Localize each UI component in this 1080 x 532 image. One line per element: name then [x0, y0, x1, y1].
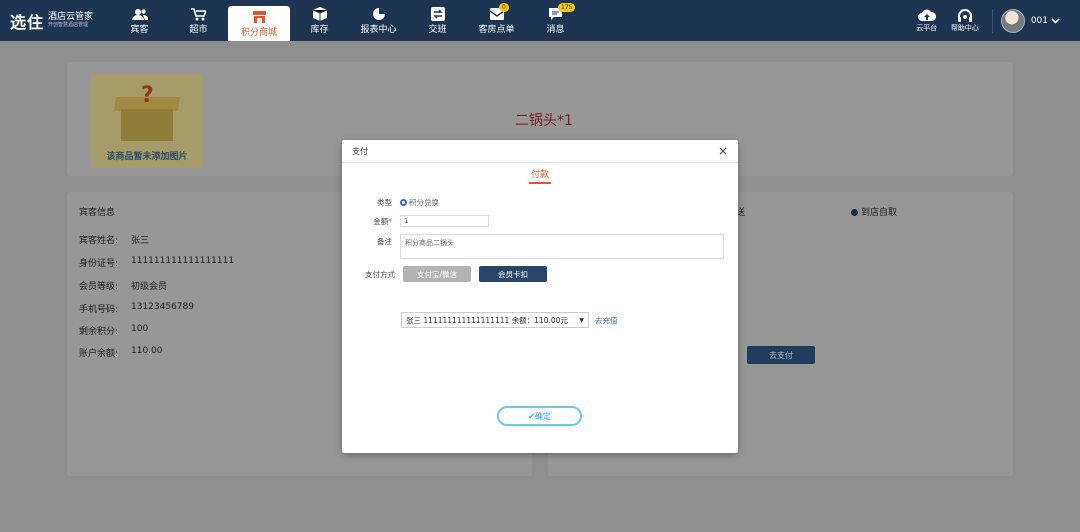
user-menu[interactable]: 001: [1000, 8, 1060, 33]
guest-field-value: 100: [131, 324, 149, 334]
guest-field-label: 手机号码:: [79, 305, 119, 315]
product-name: 二锅头*1: [515, 113, 573, 129]
amount-row: 金额*: [342, 215, 489, 227]
nav-item-label: 超市: [189, 25, 208, 35]
nav-item-exchange[interactable]: 交班: [408, 0, 467, 41]
nav-item-box[interactable]: 库存: [290, 0, 349, 41]
nav-item-store[interactable]: 积分商城: [228, 6, 290, 41]
guest-field-label: 账户余额:: [79, 349, 119, 359]
modal-header: 支付 ×: [342, 140, 738, 163]
help-center-label: 帮助中心: [950, 23, 979, 32]
nav-divider: [991, 8, 993, 33]
radio-selected-icon[interactable]: [400, 199, 407, 206]
pay-method-row: 支付方式 支付宝/微信 会员卡扣: [342, 266, 547, 282]
user-name: 001: [1030, 15, 1048, 26]
product-image-placeholder: ? 该商品暂未添加图片: [91, 74, 203, 168]
main-nav: 宾客 超市 积分商城 库存 报表中心 交班 客房点单 0 消息 175: [110, 0, 585, 41]
radio-selected-icon: [851, 209, 858, 216]
confirm-button[interactable]: ✔确定: [497, 406, 582, 426]
nav-item-label: 报表中心: [360, 25, 397, 35]
amount-input[interactable]: [400, 215, 489, 227]
count-badge: 0: [499, 3, 509, 12]
guest-section-title: 宾客信息: [79, 208, 116, 218]
nav-item-label: 交班: [428, 25, 447, 35]
member-select-value: 张三 111111111111111111 余额：110.00元: [406, 315, 568, 325]
brand-logo[interactable]: 选住 酒店云管家 开创智慧酒店管理: [0, 0, 110, 41]
nav-item-order[interactable]: 客房点单 0: [467, 0, 526, 41]
guest-field-label: 会员等级:: [79, 282, 119, 292]
cloud-platform-button[interactable]: 云平台: [908, 9, 946, 33]
pickup-option[interactable]: 到店自取: [851, 205, 897, 218]
nav-item-label: 消息: [546, 25, 565, 35]
guest-field-value: 111111111111111111: [131, 256, 235, 266]
type-row: 类型 积分兑换: [342, 197, 439, 208]
pie-chart-icon: [372, 6, 386, 22]
remark-textarea[interactable]: 积分商品二锅头: [400, 234, 724, 259]
tab-payment[interactable]: 付款: [528, 167, 551, 184]
type-label: 类型: [377, 198, 392, 207]
type-option: 积分兑换: [409, 198, 439, 207]
guest-field-value: 张三: [131, 236, 150, 246]
guest-field-value: 110.00: [131, 346, 163, 356]
recharge-link[interactable]: 去充值: [595, 315, 618, 326]
cloud-platform-label: 云平台: [916, 23, 938, 32]
guest-field-value: 初级会员: [131, 282, 168, 292]
cloud-upload-icon: [917, 9, 936, 21]
member-account-select[interactable]: 张三 111111111111111111 余额：110.00元 ▼: [401, 312, 589, 328]
chevron-down-icon: [1051, 17, 1060, 24]
top-nav-bar: 选住 酒店云管家 开创智慧酒店管理 宾客 超市 积分商城 库存 报表中心 交班 客房点单 0 消…: [0, 0, 1080, 41]
nav-item-label: 库存: [310, 25, 329, 35]
member-card-button[interactable]: 会员卡扣: [479, 266, 547, 282]
right-nav: 云平台 帮助中心 001: [908, 0, 1080, 41]
exchange-icon: [430, 6, 445, 22]
pay-method-label: 支付方式: [365, 269, 395, 279]
close-icon[interactable]: ×: [718, 144, 728, 158]
alipay-wechat-button[interactable]: 支付宝/微信: [403, 266, 471, 282]
remark-row: 备注: [342, 236, 400, 247]
caret-down-icon: ▼: [579, 316, 584, 324]
count-badge: 175: [558, 3, 576, 12]
nav-item-label: 积分商城: [240, 28, 277, 38]
nav-item-label: 客房点单: [478, 25, 515, 35]
avatar: [1000, 8, 1025, 33]
guest-field-label: 宾客姓名:: [79, 236, 119, 246]
nav-item-label: 宾客: [130, 25, 149, 35]
help-center-button[interactable]: 帮助中心: [946, 8, 984, 33]
remark-label: 备注: [377, 237, 392, 246]
guest-field-label: 剩余积分:: [79, 327, 119, 337]
users-icon: [131, 6, 148, 22]
modal-title: 支付: [352, 146, 368, 156]
nav-item-message[interactable]: 消息 175: [526, 0, 585, 41]
empty-box-icon: ?: [113, 83, 181, 141]
guest-field-label: 身份证号:: [79, 259, 119, 269]
pickup-label: 到店自取: [861, 208, 898, 218]
amount-label: 金额*: [373, 216, 392, 226]
guest-field-value: 13123456789: [131, 302, 194, 312]
brand-tagline: 开创智慧酒店管理: [48, 21, 89, 28]
goto-pay-button[interactable]: 去支付: [747, 346, 815, 364]
nav-item-pie-chart[interactable]: 报表中心: [349, 0, 408, 41]
nav-item-cart[interactable]: 超市: [169, 0, 228, 41]
nav-item-users[interactable]: 宾客: [110, 0, 169, 41]
headset-icon: [957, 8, 972, 22]
store-icon: [252, 9, 267, 25]
logo-mark: 选住: [10, 12, 45, 32]
cart-icon: [191, 6, 206, 22]
no-image-text: 该商品暂未添加图片: [106, 152, 188, 162]
box-icon: [312, 6, 327, 22]
